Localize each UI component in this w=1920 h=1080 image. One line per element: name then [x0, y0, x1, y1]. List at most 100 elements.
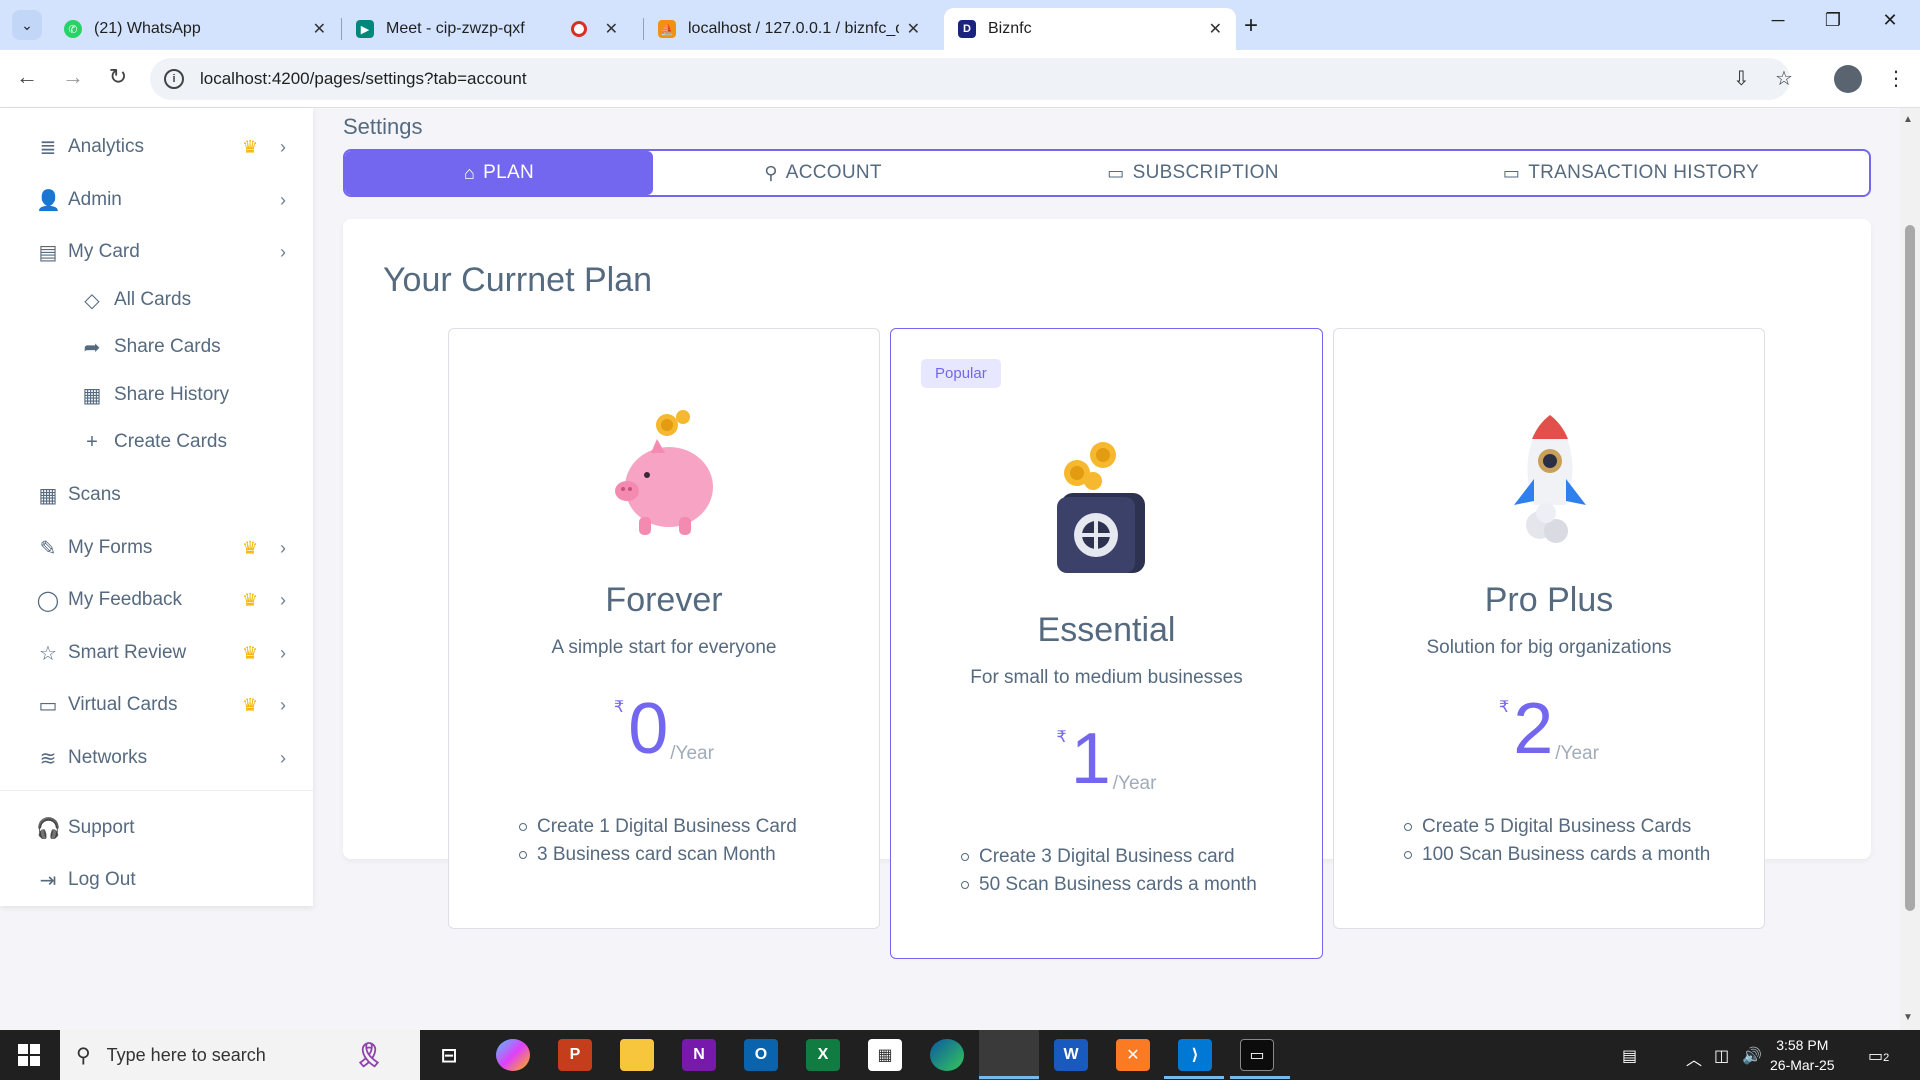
tab-account[interactable]: ⚲ ACCOUNT [653, 151, 993, 195]
share-icon: ➦ [83, 336, 101, 359]
sidebar-item-networks[interactable]: ≋ Networks › [0, 738, 313, 778]
qr-icon: ▦ [82, 384, 102, 407]
chevron-right-icon: › [280, 537, 286, 558]
tab-label: SUBSCRIPTION [1132, 162, 1279, 183]
plan-price: ₹ 1 /Year [891, 723, 1322, 795]
whatsapp-icon: ✆ [64, 20, 82, 38]
task-view-icon[interactable]: ⊟ [432, 1039, 466, 1071]
profile-avatar[interactable] [1834, 65, 1862, 93]
windows-taskbar: ⚲ Type here to search 🎗 ⊟ P N O X ▦ W ✕ … [0, 1030, 1920, 1080]
reload-icon[interactable]: ↻ [103, 64, 133, 90]
windows-start-icon[interactable] [18, 1044, 40, 1066]
close-tab-icon[interactable]: ✕ [313, 19, 326, 39]
analytics-icon: ≣ [39, 136, 57, 159]
price-amount: 1 [1070, 719, 1111, 799]
sidebar-item-my-feedback[interactable]: ◯ My Feedback ♛ › [0, 580, 313, 620]
notification-icon[interactable]: ▭2 [1868, 1046, 1889, 1066]
onenote-icon[interactable]: N [682, 1039, 716, 1071]
excel-icon[interactable]: X [806, 1039, 840, 1071]
scrollbar-thumb[interactable] [1905, 225, 1915, 911]
plan-name: Forever [605, 581, 723, 619]
browser-tab-meet[interactable]: ▶ Meet - cip-zwzp-qxf ✕ [342, 8, 632, 50]
browser-tab-biznfc[interactable]: D Biznfc ✕ [944, 8, 1236, 50]
plus-icon: + [86, 430, 98, 453]
chevron-up-icon[interactable]: ︿ [1686, 1046, 1702, 1070]
sidebar-item-share-cards[interactable]: ➦ Share Cards [0, 327, 313, 367]
xampp-icon[interactable]: ✕ [1116, 1039, 1150, 1071]
scroll-up-icon[interactable]: ▲ [1903, 114, 1913, 125]
plan-card-essential[interactable]: Popular Essential For small to medium bu… [890, 328, 1323, 959]
taskbar-clock[interactable]: 3:58 PM 26-Mar-25 [1770, 1035, 1835, 1075]
tab-subscription[interactable]: ▭ SUBSCRIPTION [993, 151, 1393, 195]
volume-icon[interactable]: 🔊 [1742, 1046, 1762, 1066]
browser-tab-phpmyadmin[interactable]: ⛵ localhost / 127.0.0.1 / biznfc_db ✕ [644, 8, 934, 50]
close-tab-icon[interactable]: ✕ [605, 19, 618, 39]
plan-card-forever[interactable]: Forever A simple start for everyone ₹ 0 … [448, 328, 880, 929]
sidebar-item-virtual-cards[interactable]: ▭ Virtual Cards ♛ › [0, 685, 313, 725]
plan-subtitle: Solution for big organizations [1426, 637, 1672, 658]
home-icon: ⌂ [463, 162, 476, 183]
keyboard-icon[interactable]: ▤ [1622, 1046, 1637, 1066]
back-icon[interactable]: ← [12, 64, 42, 90]
price-period: /Year [670, 743, 714, 764]
sidebar-item-scans[interactable]: ▦ Scans [0, 475, 313, 515]
wifi-icon: ≋ [39, 747, 57, 770]
sidebar-item-admin[interactable]: 👤 Admin › [0, 180, 313, 220]
scroll-down-icon[interactable]: ▼ [1903, 1012, 1913, 1023]
tab-label: ACCOUNT [785, 162, 882, 183]
forms-icon: ✎ [39, 537, 57, 560]
terminal-icon[interactable]: ▭ [1240, 1039, 1274, 1071]
meet-now-icon[interactable]: ◫ [1714, 1046, 1729, 1066]
plan-name: Essential [1037, 611, 1176, 649]
bookmark-star-icon[interactable]: ☆ [1775, 66, 1793, 91]
plans-title: Your Currnet Plan [383, 261, 653, 299]
price-period: /Year [1112, 773, 1157, 794]
browser-tab-strip: ⌄ ✆ (21) WhatsApp ✕ ▶ Meet - cip-zwzp-qx… [0, 0, 1920, 50]
edge-icon[interactable] [930, 1039, 964, 1071]
sidebar-item-support[interactable]: 🎧 Support [0, 808, 313, 848]
browser-tab-whatsapp[interactable]: ✆ (21) WhatsApp ✕ [50, 8, 340, 50]
sidebar-item-smart-review[interactable]: ☆ Smart Review ♛ › [0, 633, 313, 673]
running-app-indicator [1164, 1076, 1224, 1079]
price-amount: 2 [1513, 689, 1554, 769]
sidebar-item-all-cards[interactable]: ◇ All Cards [0, 280, 313, 320]
file-explorer-icon[interactable] [620, 1039, 654, 1071]
close-window-icon[interactable]: ✕ [1870, 10, 1910, 31]
crown-icon: ♛ [242, 537, 259, 558]
tab-search-button[interactable]: ⌄ [12, 10, 42, 40]
site-info-icon[interactable]: i [164, 69, 184, 89]
word-icon[interactable]: W [1054, 1039, 1088, 1071]
sidebar-item-analytics[interactable]: ≣ Analytics ♛ › [0, 127, 313, 167]
chrome-menu-icon[interactable]: ⋮ [1886, 66, 1906, 91]
minimize-icon[interactable]: ─ [1758, 10, 1798, 31]
tab-plan[interactable]: ⌂ PLAN [345, 151, 653, 195]
copilot-icon[interactable] [496, 1039, 530, 1071]
restore-icon[interactable]: ❐ [1813, 10, 1853, 31]
forward-icon[interactable]: → [58, 64, 88, 90]
new-tab-icon[interactable]: + [1244, 12, 1258, 40]
sidebar-item-create-cards[interactable]: + Create Cards [0, 422, 313, 462]
vscode-icon[interactable]: ⟩ [1178, 1039, 1212, 1071]
sidebar-item-my-forms[interactable]: ✎ My Forms ♛ › [0, 528, 313, 568]
url-text[interactable]: localhost:4200/pages/settings?tab=accoun… [200, 69, 527, 89]
chevron-right-icon: › [280, 589, 286, 610]
sidebar-item-label: Networks [68, 747, 148, 768]
sidebar-item-logout[interactable]: ⇥ Log Out [0, 860, 313, 900]
microsoft-store-icon[interactable]: ▦ [868, 1039, 902, 1071]
sidebar-item-label: Smart Review [68, 642, 187, 663]
feature-item: 3 Business card scan Month [519, 841, 879, 869]
address-bar[interactable]: i localhost:4200/pages/settings?tab=acco… [150, 58, 1790, 100]
tab-transaction-history[interactable]: ▭ TRANSACTION HISTORY [1393, 151, 1869, 195]
sidebar-item-share-history[interactable]: ▦ Share History [0, 375, 313, 415]
search-placeholder: Type here to search [106, 1044, 266, 1065]
install-app-icon[interactable]: ⇩ [1733, 66, 1750, 91]
plan-card-pro-plus[interactable]: Pro Plus Solution for big organizations … [1333, 328, 1765, 929]
outlook-icon[interactable]: O [744, 1039, 778, 1071]
feature-item: 50 Scan Business cards a month [961, 871, 1322, 899]
sidebar-item-my-card[interactable]: ▤ My Card › [0, 232, 313, 272]
feature-item: Create 3 Digital Business card [961, 843, 1322, 871]
plan-price: ₹ 2 /Year [1334, 693, 1764, 765]
close-tab-icon[interactable]: ✕ [1209, 19, 1222, 39]
powerpoint-icon[interactable]: P [558, 1039, 592, 1071]
close-tab-icon[interactable]: ✕ [907, 19, 920, 39]
